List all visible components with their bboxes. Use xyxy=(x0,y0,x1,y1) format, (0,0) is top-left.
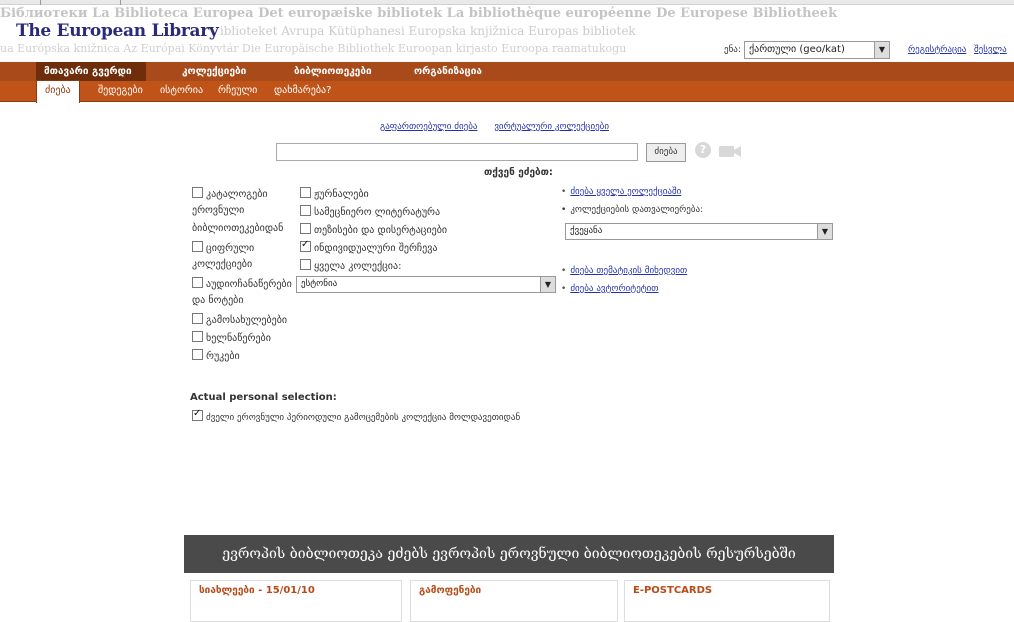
checkbox-label: ძველი ეროვნული პერიოდული გამოცემების კოლ… xyxy=(206,413,521,423)
checkbox-icon[interactable] xyxy=(192,331,203,342)
news-title[interactable]: სიახლეები - 15/01/10 xyxy=(199,585,315,596)
language-select-value: ქართული (geo/kat) xyxy=(749,44,845,55)
sub-nav: ძიება შედეგები ისტორია რჩეული დახმარება? xyxy=(0,80,1014,103)
checkbox-icon[interactable] xyxy=(192,313,203,324)
epostcards-title[interactable]: E-POSTCARDS xyxy=(633,585,712,596)
label-text: კოლექციები xyxy=(192,259,253,270)
checkbox-label: ინდივიდუალური შერჩევა xyxy=(314,243,438,254)
chevron-down-icon: ▼ xyxy=(874,42,889,58)
checkbox-scientific-literature[interactable]: სამეცნიერო ლიტერატურა xyxy=(300,205,440,218)
checkbox-icon[interactable] xyxy=(192,241,203,252)
checkbox-icon[interactable] xyxy=(192,349,203,360)
tab-favourites[interactable]: რჩეული xyxy=(210,81,265,101)
checkbox-label: ციფრული xyxy=(206,243,255,254)
header: Біблиотеки La Biblioteca Europea Det eur… xyxy=(0,0,1014,62)
checkbox-label: აუდიოჩანაწერები xyxy=(206,279,292,290)
label-text: ბიბლიოთეკებიდან xyxy=(192,223,284,234)
footer-banner: ევროპის ბიბლიოთეკა ეძებს ევროპის ეროვნულ… xyxy=(184,535,834,573)
checkbox-icon[interactable] xyxy=(300,187,311,198)
checkbox-icon[interactable] xyxy=(192,277,203,288)
main-nav: მთავარი გვერდი კოლექციები ბიბლიოთეკები ო… xyxy=(0,62,1014,81)
select-value: ესტონია xyxy=(301,279,338,289)
tab-search[interactable]: ძიება xyxy=(36,80,80,103)
site-logo[interactable]: The European Library xyxy=(14,21,221,41)
checkbox-digital-collections[interactable]: ციფრული xyxy=(192,241,254,254)
language-bar: ენა: ქართული (geo/kat) ▼ რეგისტრაცია შეს… xyxy=(704,40,1014,62)
checkbox-label: გამოსახულებები xyxy=(206,315,288,326)
multilingual-background-line: ua Európska knižnica Az Európai Könyvtár… xyxy=(0,42,627,55)
tab-history[interactable]: ისტორია xyxy=(152,81,211,101)
search-mode-links: გაფართოებული ძიება ვირტუალური კოლექციები xyxy=(380,122,623,132)
search-input[interactable] xyxy=(276,143,638,161)
checkbox-audio-recordings[interactable]: აუდიოჩანაწერები xyxy=(192,277,292,290)
search-all-collections-link[interactable]: • ძიება ყველა ეოლექციაში xyxy=(561,187,681,197)
epostcards-panel: E-POSTCARDS xyxy=(624,580,830,622)
search-in-heading: თქვენ ეძებთ: xyxy=(484,167,553,178)
checkbox-label: რუკები xyxy=(206,351,240,362)
chevron-down-icon: ▼ xyxy=(817,224,832,239)
link-text: ძიება თემატიკის მიხედვით xyxy=(570,266,688,276)
label-text: კოლექციების დათვალიერება: xyxy=(570,205,704,215)
checkbox-individual-selection[interactable]: ინდივიდუალური შერჩევა xyxy=(300,239,438,254)
browse-country-select[interactable]: ქვეყანა ▼ xyxy=(565,223,833,240)
checkbox-all-collections[interactable]: ყველა კოლექცია: xyxy=(300,259,401,272)
language-label: ენა: xyxy=(724,45,741,55)
exhibitions-panel: გამოფენები xyxy=(410,580,618,622)
search-by-subject-link[interactable]: • ძიება თემატიკის მიხედვით xyxy=(561,266,687,276)
checkbox-icon[interactable] xyxy=(192,187,203,198)
checkbox-icon[interactable] xyxy=(300,205,311,216)
label-text: და ნოტები xyxy=(192,295,244,306)
search-button[interactable]: ძიება xyxy=(646,143,686,162)
checkbox-personal-selection-item[interactable]: ძველი ეროვნული პერიოდული გამოცემების კოლ… xyxy=(192,408,521,423)
checkbox-label: სამეცნიერო ლიტერატურა xyxy=(314,207,441,218)
video-camera-icon[interactable] xyxy=(718,143,742,159)
checkbox-manuscripts[interactable]: ხელნაწერები xyxy=(192,331,271,344)
checkbox-checked-icon[interactable] xyxy=(300,239,311,252)
checkbox-label: ყველა კოლექცია: xyxy=(314,261,402,272)
browse-collections-label: • კოლექციების დათვალიერება: xyxy=(561,205,704,215)
checkbox-label: ხელნაწერები xyxy=(206,333,271,344)
top-strip xyxy=(0,0,1014,5)
checkbox-checked-icon[interactable] xyxy=(192,408,203,421)
chevron-down-icon: ▼ xyxy=(540,277,555,292)
search-by-author-link[interactable]: • ძიება ავტორიტეტით xyxy=(561,284,659,294)
multilingual-background-line: Біблиотеки La Biblioteca Europea Det eur… xyxy=(0,6,838,21)
login-link[interactable]: შესვლა xyxy=(974,45,1007,55)
actual-selection-heading: Actual personal selection: xyxy=(190,392,337,403)
advanced-search-link[interactable]: გაფართოებული ძიება xyxy=(380,122,477,132)
news-panel: სიახლეები - 15/01/10 xyxy=(190,580,402,622)
checkbox-label: თეზისები და დისერტაციები xyxy=(314,225,448,236)
checkbox-icon[interactable] xyxy=(300,259,311,270)
checkbox-maps[interactable]: რუკები xyxy=(192,349,240,362)
nav-item-collections[interactable]: კოლექციები xyxy=(174,62,254,81)
select-value: ქვეყანა xyxy=(570,226,603,236)
collection-country-select[interactable]: ესტონია ▼ xyxy=(296,276,556,293)
nav-item-home[interactable]: მთავარი გვერდი xyxy=(36,62,146,81)
checkbox-icon[interactable] xyxy=(300,223,311,234)
link-text: ძიება ავტორიტეტით xyxy=(570,284,659,294)
nav-item-libraries[interactable]: ბიბლიოთეკები xyxy=(286,62,380,81)
checkbox-theses[interactable]: თეზისები და დისერტაციები xyxy=(300,223,447,236)
checkbox-catalogues[interactable]: კატალოგები xyxy=(192,187,268,200)
label-text: ეროვნული xyxy=(192,205,245,216)
nav-item-organisation[interactable]: ორგანიზაცია xyxy=(406,62,490,81)
register-link[interactable]: რეგისტრაცია xyxy=(908,45,966,55)
checkbox-label: ჟურნალები xyxy=(314,189,369,200)
checkbox-images[interactable]: გამოსახულებები xyxy=(192,313,287,326)
checkbox-label: კატალოგები xyxy=(206,189,268,200)
exhibitions-title[interactable]: გამოფენები xyxy=(419,585,481,596)
virtual-collections-link[interactable]: ვირტუალური კოლექციები xyxy=(494,122,609,132)
language-select[interactable]: ქართული (geo/kat) ▼ xyxy=(744,41,890,59)
help-icon[interactable]: ? xyxy=(695,142,711,158)
tab-results[interactable]: შედეგები xyxy=(90,81,151,101)
checkbox-journals[interactable]: ჟურნალები xyxy=(300,187,369,200)
link-text: ძიება ყველა ეოლექციაში xyxy=(570,187,682,197)
tab-help[interactable]: დახმარება? xyxy=(266,81,339,101)
